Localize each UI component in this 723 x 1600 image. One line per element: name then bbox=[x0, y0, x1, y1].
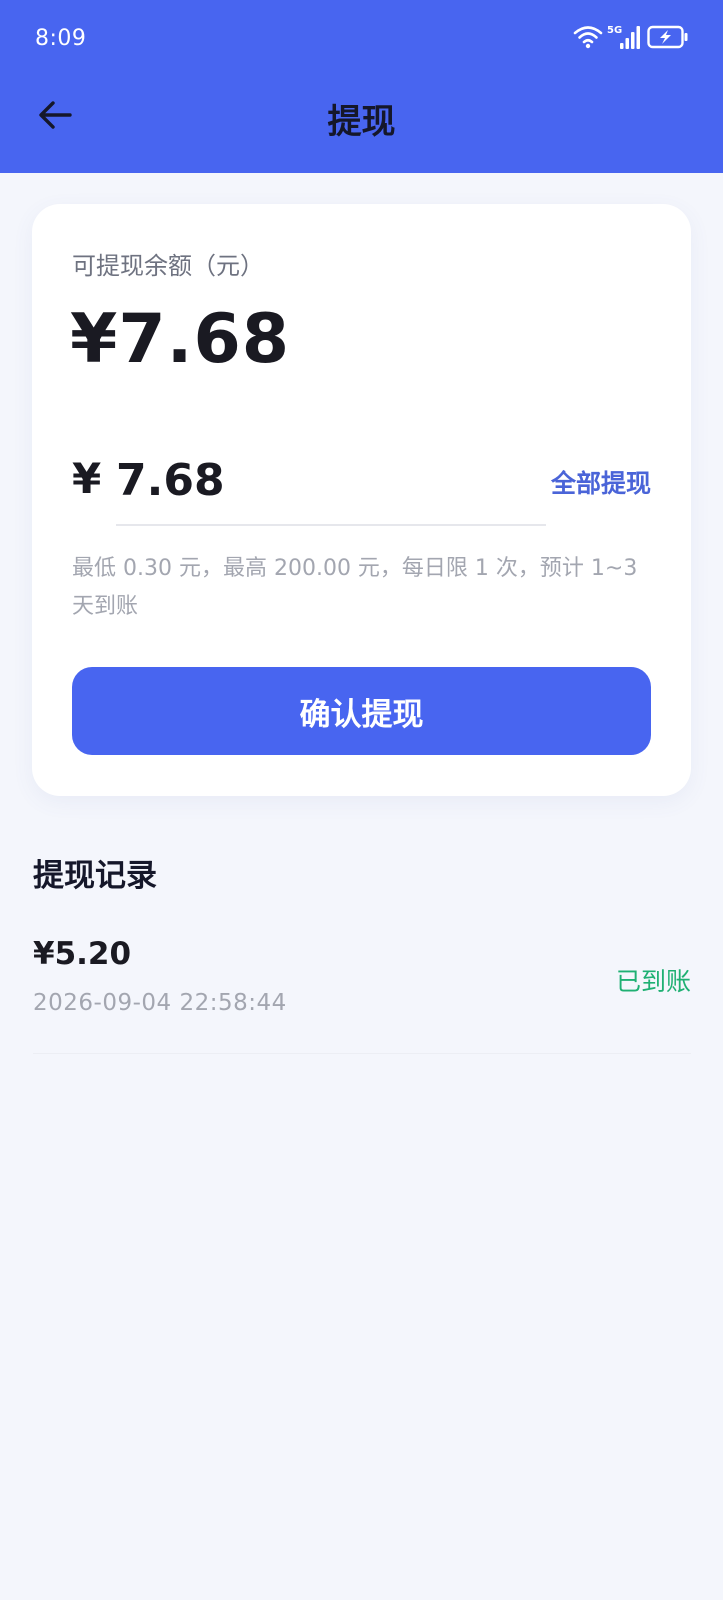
signal-icon: 5G bbox=[607, 23, 643, 55]
record-status: 已到账 bbox=[615, 967, 691, 996]
record-time: 2026-09-04 22:58:44 bbox=[33, 990, 287, 1016]
page-title: 提现 bbox=[327, 102, 396, 142]
record-amount: ¥5.20 bbox=[33, 936, 132, 972]
records-title: 提现记录 bbox=[33, 858, 157, 894]
status-icons: 5G bbox=[573, 24, 689, 54]
header: 8:09 5G 提现 bbox=[0, 0, 723, 173]
currency-symbol: ¥ bbox=[72, 454, 102, 503]
record-item: ¥5.20 2026-09-04 22:58:44 已到账 bbox=[33, 930, 691, 1054]
status-time: 8:09 bbox=[35, 26, 87, 51]
status-bar: 8:09 5G bbox=[0, 0, 723, 80]
withdraw-rule-text: 最低 0.30 元，最高 200.00 元，每日限 1 次，预计 1~3 天到账 bbox=[72, 556, 638, 619]
wifi-icon bbox=[573, 24, 603, 54]
balance-label: 可提现余额（元） bbox=[72, 252, 264, 280]
withdraw-card: 可提现余额（元） ¥7.68 ¥ 全部提现 最低 0.30 元，最高 200.0… bbox=[32, 204, 691, 796]
battery-charging-icon bbox=[647, 25, 689, 53]
input-divider bbox=[116, 524, 546, 526]
amount-input[interactable] bbox=[116, 450, 496, 510]
network-type-label: 5G bbox=[607, 25, 622, 36]
nav-bar: 提现 bbox=[0, 80, 723, 173]
confirm-withdraw-button[interactable]: 确认提现 bbox=[72, 667, 651, 755]
balance-value: ¥7.68 bbox=[70, 300, 291, 379]
withdraw-all-button[interactable]: 全部提现 bbox=[551, 464, 651, 500]
amount-input-row: ¥ 全部提现 bbox=[72, 450, 651, 510]
